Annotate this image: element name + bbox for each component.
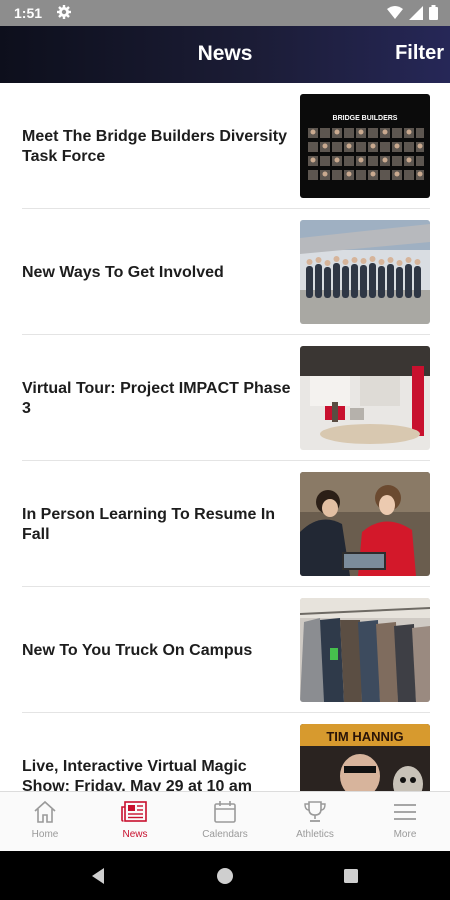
thumb-caption: TIM HANNIG [326, 729, 403, 744]
news-title: New Ways To Get Involved [22, 264, 224, 281]
nav-label: Home [31, 829, 59, 840]
trophy-icon [300, 798, 330, 826]
nav-athletics[interactable]: Athletics [270, 792, 360, 851]
news-title: New To You Truck On Campus [22, 642, 253, 659]
news-title: Meet The Bridge Builders Diversity Task … [22, 128, 287, 165]
news-thumbnail: TIM HANNIG [300, 724, 430, 791]
nav-more[interactable]: More [360, 792, 450, 851]
nav-news[interactable]: News [90, 792, 180, 851]
status-bar: 1:51 [0, 0, 450, 26]
thumb-caption: BRIDGE BUILDERS [333, 115, 398, 122]
system-nav-bar [0, 851, 450, 900]
menu-icon [390, 798, 420, 826]
newspaper-icon [120, 798, 150, 826]
page-title: News [197, 42, 253, 65]
filter-button[interactable]: Filter [395, 42, 444, 65]
calendar-icon [210, 798, 240, 826]
back-icon[interactable] [89, 866, 109, 886]
news-item[interactable]: New Ways To Get Involved [22, 209, 430, 335]
nav-home[interactable]: Home [0, 792, 90, 851]
news-thumbnail [300, 472, 430, 576]
recents-icon[interactable] [341, 866, 361, 886]
status-time: 1:51 [14, 5, 43, 21]
nav-label: Athletics [296, 829, 334, 840]
news-thumbnail [300, 598, 430, 702]
news-item[interactable]: New To You Truck On Campus [22, 587, 430, 713]
nav-label: More [393, 829, 417, 840]
news-title: Virtual Tour: Project IMPACT Phase 3 [22, 380, 291, 417]
bottom-nav: Home News Calendars Athletics More [0, 791, 450, 851]
news-title: Live, Interactive Virtual Magic Show: Fr… [22, 758, 253, 791]
home-icon [30, 798, 60, 826]
nav-label: News [122, 829, 148, 840]
nav-label: Calendars [202, 829, 248, 840]
cell-signal-icon [409, 5, 423, 25]
home-circle-icon[interactable] [215, 866, 235, 886]
app-header: News Filter [0, 26, 450, 83]
nav-calendars[interactable]: Calendars [180, 792, 270, 851]
news-title: In Person Learning To Resume In Fall [22, 506, 276, 543]
news-thumbnail [300, 346, 430, 450]
news-item[interactable]: Virtual Tour: Project IMPACT Phase 3 [22, 335, 430, 461]
wifi-icon [387, 5, 403, 25]
battery-icon [429, 5, 438, 25]
news-item[interactable]: In Person Learning To Resume In Fall [22, 461, 430, 587]
news-thumbnail: BRIDGE BUILDERS [300, 94, 430, 198]
news-item[interactable]: Meet The Bridge Builders Diversity Task … [22, 83, 430, 209]
news-list[interactable]: Meet The Bridge Builders Diversity Task … [0, 83, 450, 791]
settings-gear-icon [56, 4, 72, 20]
news-item[interactable]: Live, Interactive Virtual Magic Show: Fr… [22, 713, 430, 791]
news-thumbnail [300, 220, 430, 324]
